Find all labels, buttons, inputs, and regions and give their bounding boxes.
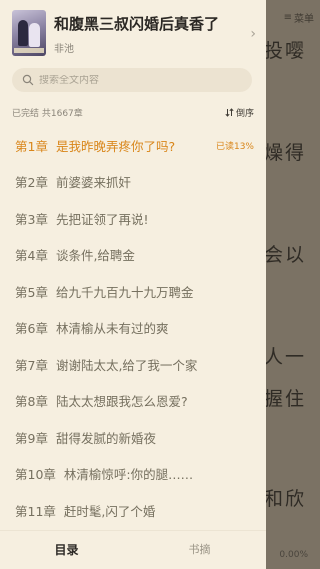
catalog-drawer: 和腹黑三叔闪婚后真香了 非池 › 已完结 共1667章 倒序 第1章 是我昨晚弄… [0, 0, 266, 569]
sort-icon [225, 108, 234, 117]
chapter-number: 第8章 [15, 394, 48, 410]
chapter-list: 第1章 是我昨晚弄疼你了吗? 已读13% 第2章 前婆婆来抓奸 第3章 先把证领… [0, 127, 266, 529]
drawer-tab-bar: 目录 书摘 [0, 530, 266, 569]
chapter-item[interactable]: 第7章 谢谢陆太太,给了我一个家 [0, 346, 266, 383]
book-cover [12, 10, 46, 56]
chapter-number: 第11章 [15, 503, 56, 519]
chapter-item[interactable]: 第2章 前婆婆来抓奸 [0, 164, 266, 201]
chapter-title: 是我昨晚弄疼你了吗? [55, 138, 176, 154]
chapter-number: 第5章 [15, 284, 48, 300]
search-icon [22, 74, 34, 86]
chapter-number: 第1章 [15, 138, 48, 154]
chapter-title: 先把证领了再说! [55, 211, 149, 227]
sort-button[interactable]: 倒序 [225, 106, 254, 119]
menu-icon: ≡ [283, 12, 292, 23]
chapter-item[interactable]: 第1章 是我昨晚弄疼你了吗? 已读13% [0, 127, 266, 164]
book-title: 和腹黑三叔闪婚后真香了 [54, 15, 220, 33]
chapter-item[interactable]: 第4章 谈条件,给聘金 [0, 237, 266, 274]
search-bar[interactable] [12, 68, 252, 92]
chapter-number: 第9章 [15, 430, 48, 446]
chapter-title: 谢谢陆太太,给了我一个家 [55, 357, 198, 373]
search-input[interactable] [39, 74, 239, 86]
book-status: 已完结 共1667章 [12, 109, 83, 119]
reader-text-line: 握住 [263, 388, 306, 410]
book-header[interactable]: 和腹黑三叔闪婚后真香了 非池 › [0, 0, 266, 62]
chapter-number: 第6章 [15, 321, 48, 337]
chapter-item[interactable]: 第9章 甜得发腻的新婚夜 [0, 419, 266, 456]
chapter-item[interactable]: 第5章 给九千九百九十九万聘金 [0, 273, 266, 310]
chapter-number: 第10章 [15, 467, 56, 483]
chevron-right-icon: › [250, 26, 256, 42]
tab-bookmark[interactable]: 书摘 [133, 531, 266, 569]
reader-text-line: 会以 [263, 244, 306, 266]
chapter-item[interactable]: 第8章 陆太太想跟我怎么恩爱? [0, 383, 266, 420]
chapter-item[interactable]: 第3章 先把证领了再说! [0, 200, 266, 237]
chapter-title: 林清榆从未有过的爽 [55, 321, 169, 337]
reader-menu-label: 菜单 [294, 14, 314, 25]
reader-text-line: 和欣 [263, 488, 306, 510]
chapter-number: 第3章 [15, 211, 48, 227]
chapter-number: 第7章 [15, 357, 48, 373]
chapter-title: 赶时髦,闪了个婚 [63, 503, 156, 519]
chapter-number: 第2章 [15, 175, 48, 191]
chapter-item[interactable]: 第10章 林清榆惊呼:你的腿…… [0, 456, 266, 493]
chapter-title: 前婆婆来抓奸 [55, 175, 131, 191]
chapter-title: 林清榆惊呼:你的腿…… [63, 467, 194, 483]
tab-catalog[interactable]: 目录 [0, 531, 133, 569]
chapter-number: 第4章 [15, 248, 48, 264]
reader-text-line: 燥得 [263, 142, 306, 164]
chapter-title: 谈条件,给聘金 [55, 248, 135, 264]
chapter-read-progress: 已读13% [215, 141, 254, 152]
sort-label: 倒序 [235, 109, 254, 119]
chapter-item[interactable]: 第11章 赶时髦,闪了个婚 [0, 492, 266, 529]
chapter-title: 给九千九百九十九万聘金 [55, 284, 194, 300]
reader-text-line: 投嘤 [263, 40, 306, 62]
reader-menu-button[interactable]: ≡ 菜单 [284, 10, 314, 25]
chapter-title: 甜得发腻的新婚夜 [55, 430, 156, 446]
chapter-item[interactable]: 第6章 林清榆从未有过的爽 [0, 310, 266, 347]
catalog-meta: 已完结 共1667章 倒序 [12, 106, 254, 120]
reader-text-line: 人一 [263, 346, 306, 368]
chapter-title: 陆太太想跟我怎么恩爱? [55, 394, 188, 410]
book-author: 非池 [54, 44, 74, 55]
reading-progress: 0.00% [279, 550, 308, 560]
